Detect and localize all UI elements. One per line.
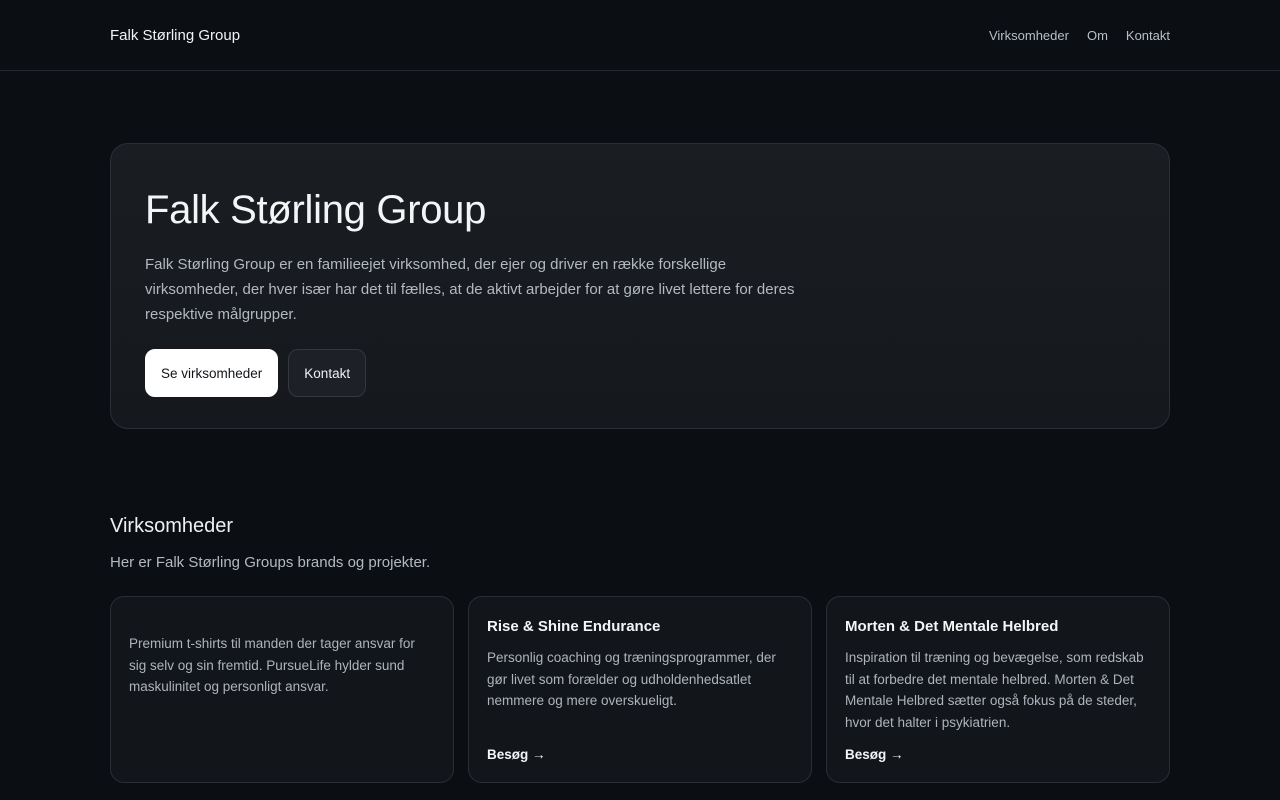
- company-card-title: Rise & Shine Endurance: [487, 618, 661, 635]
- section-title: Virksomheder: [110, 515, 234, 537]
- brand-logo-link[interactable]: Falk Størling Group: [110, 27, 240, 44]
- main-nav: Virksomheder Om Kontakt: [989, 28, 1170, 43]
- visit-link[interactable]: Besøg →: [845, 747, 904, 762]
- hero-card: Falk Størling Group Falk Størling Group …: [110, 143, 1170, 429]
- companies-section: Virksomheder Her er Falk Størling Groups…: [110, 512, 1170, 571]
- visit-link[interactable]: Besøg →: [487, 747, 546, 762]
- company-card-description: Personlig coaching og træningsprogrammer…: [487, 650, 776, 708]
- company-cards: Premium t-shirts til manden der tager an…: [110, 596, 1170, 783]
- company-card-pursuelife: Premium t-shirts til manden der tager an…: [110, 596, 454, 783]
- top-navigation-bar: Falk Størling Group Virksomheder Om Kont…: [0, 0, 1280, 71]
- company-card-description: Premium t-shirts til manden der tager an…: [129, 636, 415, 694]
- hero-description: Falk Størling Group er en familieejet vi…: [145, 256, 795, 323]
- company-card-description: Inspiration til træning og bevægelse, so…: [845, 650, 1144, 730]
- hero-title: Falk Størling Group: [145, 188, 487, 232]
- hero-actions: Se virksomheder Kontakt: [145, 349, 1135, 397]
- company-card-rise-shine: Rise & Shine Endurance Personlig coachin…: [468, 596, 812, 783]
- nav-link-om[interactable]: Om: [1087, 28, 1108, 43]
- section-subtitle: Her er Falk Størling Groups brands og pr…: [110, 554, 431, 571]
- nav-link-kontakt[interactable]: Kontakt: [1126, 28, 1170, 43]
- company-card-morten: Morten & Det Mentale Helbred Inspiration…: [826, 596, 1170, 783]
- see-companies-button[interactable]: Se virksomheder: [145, 349, 279, 397]
- nav-link-virksomheder[interactable]: Virksomheder: [989, 28, 1069, 43]
- contact-button[interactable]: Kontakt: [288, 349, 367, 397]
- company-card-title: Morten & Det Mentale Helbred: [845, 618, 1059, 635]
